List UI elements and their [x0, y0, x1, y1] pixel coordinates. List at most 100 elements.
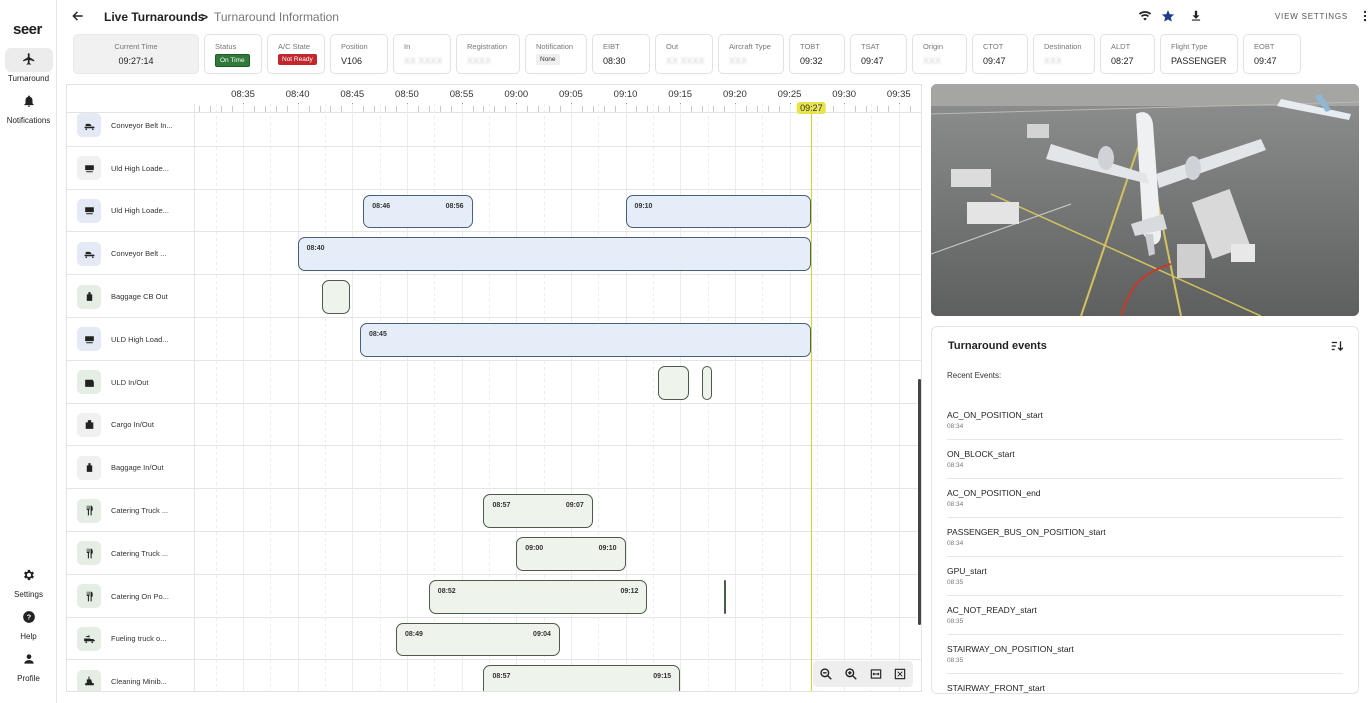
grid-line	[379, 360, 381, 403]
view-settings-button[interactable]: VIEW SETTINGS	[1275, 12, 1348, 21]
nav-help[interactable]: ? Help	[4, 606, 53, 641]
grid-line	[488, 189, 490, 232]
grid-line	[680, 489, 682, 531]
activity-bar[interactable]: 08:45	[359, 323, 812, 357]
grid-line	[379, 146, 381, 189]
grid-line	[844, 403, 846, 446]
timeline-scrollbar[interactable]	[918, 379, 921, 625]
activity-end-time: 09:10	[598, 545, 617, 552]
timeline-row-grid: 09:00 09:10	[195, 532, 921, 574]
event-item[interactable]: AC_ON_POSITION_start 08:34	[947, 401, 1343, 440]
grid-line	[215, 574, 217, 617]
timeline-row: Catering On Po... 08:52 09:12	[67, 574, 921, 618]
activity-bar[interactable]: 08:46 08:56	[363, 194, 473, 229]
turnaround-timeline[interactable]: 08:35 08:40 08:45 08:50 08:55 09:00 09:05 09:10…	[66, 84, 922, 692]
activity-bar[interactable]: 08:57 09:07	[483, 494, 593, 528]
grid-line	[734, 104, 736, 146]
timeline-row: Fueling truck o... 08:49 09:04	[67, 617, 921, 661]
activity-bar[interactable]	[702, 365, 712, 400]
grid-line	[215, 660, 217, 691]
event-item[interactable]: AC_NOT_READY_start 08:35	[947, 596, 1343, 635]
grid-line	[871, 532, 873, 574]
back-arrow-icon[interactable]	[71, 9, 85, 23]
grid-line	[898, 360, 900, 403]
info-value-registration: XXXX	[467, 56, 492, 66]
info-card-aldt: ALDT 08:27	[1100, 34, 1155, 74]
breadcrumb-live-turnarounds[interactable]: Live Turnarounds	[104, 10, 204, 24]
apron-camera-feed	[931, 84, 1359, 316]
event-item[interactable]: ON_BLOCK_start 08:34	[947, 440, 1343, 479]
fit-width-icon[interactable]	[869, 667, 883, 681]
activity-bar[interactable]: 08:40	[297, 237, 812, 272]
activity-bar[interactable]: 08:57 09:15	[483, 665, 681, 691]
grid-line	[516, 403, 518, 446]
grid-line	[243, 318, 244, 360]
nav-settings-label: Settings	[14, 590, 43, 599]
grid-line	[625, 275, 627, 317]
activity-start-time: 09:00	[525, 545, 544, 552]
grid-line	[871, 318, 873, 360]
event-item[interactable]: GPU_start 08:35	[947, 557, 1343, 596]
event-item[interactable]: STAIRWAY_ON_POSITION_start 08:35	[947, 635, 1343, 674]
event-item[interactable]: AC_ON_POSITION_end 08:34	[947, 479, 1343, 518]
timeline-row-grid	[195, 275, 921, 317]
nav-notifications[interactable]: Notifications	[4, 90, 53, 125]
grid-line	[652, 446, 654, 489]
grid-line	[570, 446, 572, 489]
timeline-row: Uld High Loade... 08:46 08:56 09:10	[67, 189, 921, 233]
activity-end-time: 09:12	[620, 587, 639, 595]
timeline-row-name: Fueling truck o...	[111, 634, 167, 644]
grid-line	[243, 403, 244, 446]
fit-all-icon[interactable]	[893, 667, 907, 681]
info-card-origin: Origin XXX	[912, 34, 967, 74]
grid-line	[324, 489, 326, 531]
nav-settings[interactable]: Settings	[4, 564, 53, 599]
info-value-position: V106	[341, 56, 363, 66]
grid-line	[652, 360, 654, 403]
grid-line	[598, 489, 600, 531]
event-item[interactable]: STAIRWAY_FRONT_start	[947, 674, 1343, 693]
activity-bar[interactable]: 08:52 09:12	[428, 579, 648, 614]
grid-line	[871, 617, 873, 660]
grid-line	[243, 489, 244, 531]
star-icon[interactable]	[1161, 9, 1175, 23]
activity-bar[interactable]: 09:10	[625, 194, 812, 229]
grid-line	[816, 189, 818, 232]
timeline-row: Cleaning Minib... 08:57 09:15	[67, 660, 921, 691]
timeline-row: Uld High Loade...	[67, 146, 921, 190]
activity-bar[interactable]	[658, 365, 689, 400]
more-vertical-icon[interactable]	[1362, 9, 1368, 23]
grid-line	[707, 446, 709, 489]
breadcrumb-separator: >	[201, 10, 209, 24]
timeline-row-name: Uld High Loade...	[111, 163, 169, 173]
event-item[interactable]: PASSENGER_BUS_ON_POSITION_start 08:34	[947, 518, 1343, 557]
wifi-icon	[1138, 11, 1152, 21]
grid-line	[324, 617, 326, 660]
grid-line	[434, 660, 436, 691]
grid-line	[680, 275, 682, 317]
zoom-toolbar	[813, 661, 913, 687]
download-icon[interactable]	[1189, 9, 1203, 23]
grid-line	[352, 574, 354, 617]
activity-bar[interactable]	[321, 280, 351, 314]
grid-line	[543, 104, 545, 146]
activity-bar[interactable]	[723, 579, 727, 614]
activity-bar[interactable]: 09:00 09:10	[516, 537, 626, 571]
activity-bar[interactable]: 08:49 09:04	[396, 622, 560, 657]
nav-turnaround[interactable]: Turnaround	[4, 48, 53, 83]
grid-line	[543, 360, 545, 403]
grid-line	[734, 489, 736, 531]
timeline-row-name: Cleaning Minib...	[111, 677, 167, 687]
grid-line	[844, 574, 846, 617]
nav-profile[interactable]: Profile	[4, 648, 53, 683]
grid-line	[652, 403, 654, 446]
info-card-destination: Destination XXX	[1033, 34, 1095, 74]
timeline-row-grid: 08:45	[195, 318, 921, 360]
zoom-in-icon[interactable]	[844, 667, 858, 681]
grid-line	[789, 617, 791, 660]
grid-line	[543, 146, 545, 189]
grid-line	[816, 275, 818, 317]
grid-line	[297, 660, 299, 691]
sort-icon[interactable]	[1330, 339, 1344, 353]
zoom-out-icon[interactable]	[819, 667, 833, 681]
